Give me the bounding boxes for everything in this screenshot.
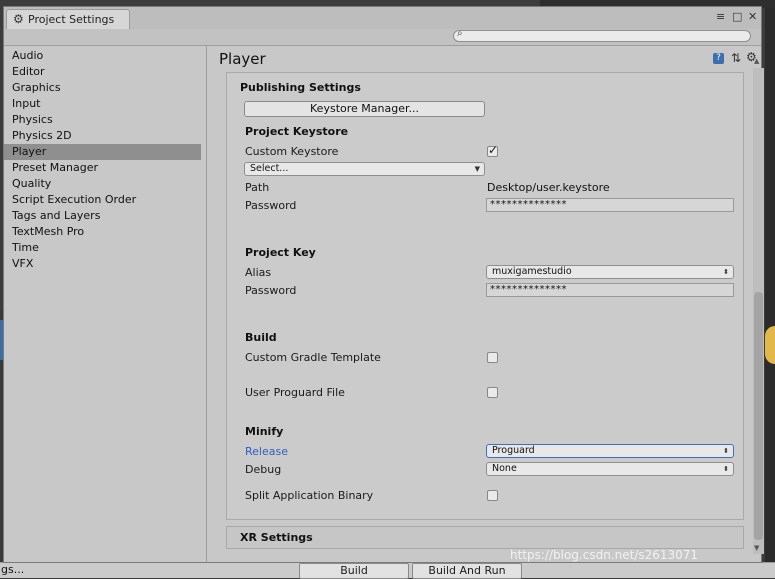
- page-title: Player: [219, 50, 266, 68]
- keystore-password-field[interactable]: **************: [486, 198, 734, 212]
- sidebar-item-player[interactable]: Player: [4, 144, 201, 160]
- search-input[interactable]: ⌕: [453, 28, 751, 42]
- keystore-select-dropdown[interactable]: Select... ▼: [244, 162, 485, 176]
- maximize-icon[interactable]: □: [732, 10, 742, 23]
- alias-dropdown[interactable]: muxigamestudio ⬍: [486, 265, 734, 279]
- sidebar-item-time[interactable]: Time: [4, 240, 201, 256]
- scroll-down-icon[interactable]: ▼: [754, 544, 759, 552]
- preset-icon[interactable]: ⇅: [731, 51, 741, 65]
- dropdown-arrow-icon: ⬍: [723, 447, 729, 455]
- path-value: Desktop/user.keystore: [487, 181, 610, 194]
- user-proguard-label: User Proguard File: [245, 386, 345, 399]
- custom-gradle-checkbox[interactable]: [487, 352, 498, 363]
- release-label: Release: [245, 445, 288, 458]
- gear-icon: ⚙: [13, 12, 24, 26]
- split-binary-checkbox[interactable]: [487, 490, 498, 501]
- scrollbar-thumb[interactable]: [754, 292, 763, 540]
- dropdown-arrow-icon: ⬍: [723, 465, 729, 473]
- keystore-password-label: Password: [245, 199, 297, 212]
- scroll-up-icon[interactable]: ▲: [754, 57, 759, 65]
- sidebar-item-physics[interactable]: Physics: [4, 112, 201, 128]
- split-binary-label: Split Application Binary: [245, 489, 374, 502]
- xr-settings-title: XR Settings: [240, 531, 313, 544]
- help-icon[interactable]: ?: [713, 53, 724, 64]
- custom-gradle-label: Custom Gradle Template: [245, 351, 381, 364]
- search-icon: ⌕: [457, 28, 463, 39]
- sidebar-item-editor[interactable]: Editor: [4, 64, 201, 80]
- sidebar-item-quality[interactable]: Quality: [4, 176, 201, 192]
- toolbar: ⌕: [4, 28, 761, 46]
- project-keystore-title: Project Keystore: [245, 125, 349, 138]
- keystore-select-value: Select...: [250, 163, 289, 174]
- title-bar: ⚙ Project Settings ≡ □ ✕: [4, 7, 761, 29]
- debug-minify-dropdown[interactable]: None ⬍: [486, 462, 734, 476]
- player-settings-panel: Player ? ⇅ ⚙ Publishing Settings Keystor…: [208, 46, 764, 562]
- path-label: Path: [245, 181, 270, 194]
- sidebar-item-vfx[interactable]: VFX: [4, 256, 201, 272]
- window-tab[interactable]: ⚙ Project Settings: [6, 9, 130, 29]
- background-app-right: [765, 8, 775, 577]
- close-icon[interactable]: ✕: [748, 10, 757, 23]
- debug-value: None: [492, 463, 517, 474]
- sidebar-item-script-execution-order[interactable]: Script Execution Order: [4, 192, 201, 208]
- publishing-settings-title[interactable]: Publishing Settings: [240, 81, 361, 94]
- sidebar-item-textmesh-pro[interactable]: TextMesh Pro: [4, 224, 201, 240]
- key-password-label: Password: [245, 284, 297, 297]
- publishing-settings-foldout: Publishing Settings Keystore Manager... …: [226, 72, 744, 520]
- user-proguard-checkbox[interactable]: [487, 387, 498, 398]
- dropdown-arrow-icon: ⬍: [723, 268, 729, 276]
- key-password-field[interactable]: **************: [486, 283, 734, 297]
- sidebar-item-graphics[interactable]: Graphics: [4, 80, 201, 96]
- alias-label: Alias: [245, 266, 272, 279]
- project-key-title: Project Key: [245, 246, 316, 259]
- dropdown-arrow-icon: ▼: [474, 165, 480, 173]
- sidebar-item-tags-and-layers[interactable]: Tags and Layers: [4, 208, 201, 224]
- checkmark-icon: ✓: [488, 143, 499, 157]
- keystore-manager-button[interactable]: Keystore Manager...: [244, 101, 485, 117]
- xr-settings-foldout[interactable]: XR Settings: [226, 526, 744, 549]
- custom-keystore-checkbox[interactable]: ✓: [487, 143, 499, 157]
- background-yellow-shape: [765, 326, 775, 364]
- release-value: Proguard: [492, 445, 535, 456]
- alias-value: muxigamestudio: [492, 266, 572, 277]
- release-minify-dropdown[interactable]: Proguard ⬍: [486, 444, 734, 458]
- debug-label: Debug: [245, 463, 282, 476]
- project-settings-window: ⚙ Project Settings ≡ □ ✕ ⌕ Audio Editor …: [3, 6, 764, 563]
- sidebar-item-input[interactable]: Input: [4, 96, 201, 112]
- sidebar-item-audio[interactable]: Audio: [4, 48, 201, 64]
- build-title: Build: [245, 331, 277, 344]
- background-label: gs...: [1, 563, 25, 576]
- minify-title: Minify: [245, 425, 284, 438]
- custom-keystore-label: Custom Keystore: [245, 145, 339, 158]
- window-title: Project Settings: [28, 13, 115, 26]
- sidebar-item-physics-2d[interactable]: Physics 2D: [4, 128, 201, 144]
- sidebar-item-preset-manager[interactable]: Preset Manager: [4, 160, 201, 176]
- menu-icon[interactable]: ≡: [716, 10, 725, 23]
- settings-sidebar: Audio Editor Graphics Input Physics Phys…: [4, 46, 207, 562]
- watermark: https://blog.csdn.net/s2613071: [510, 548, 699, 562]
